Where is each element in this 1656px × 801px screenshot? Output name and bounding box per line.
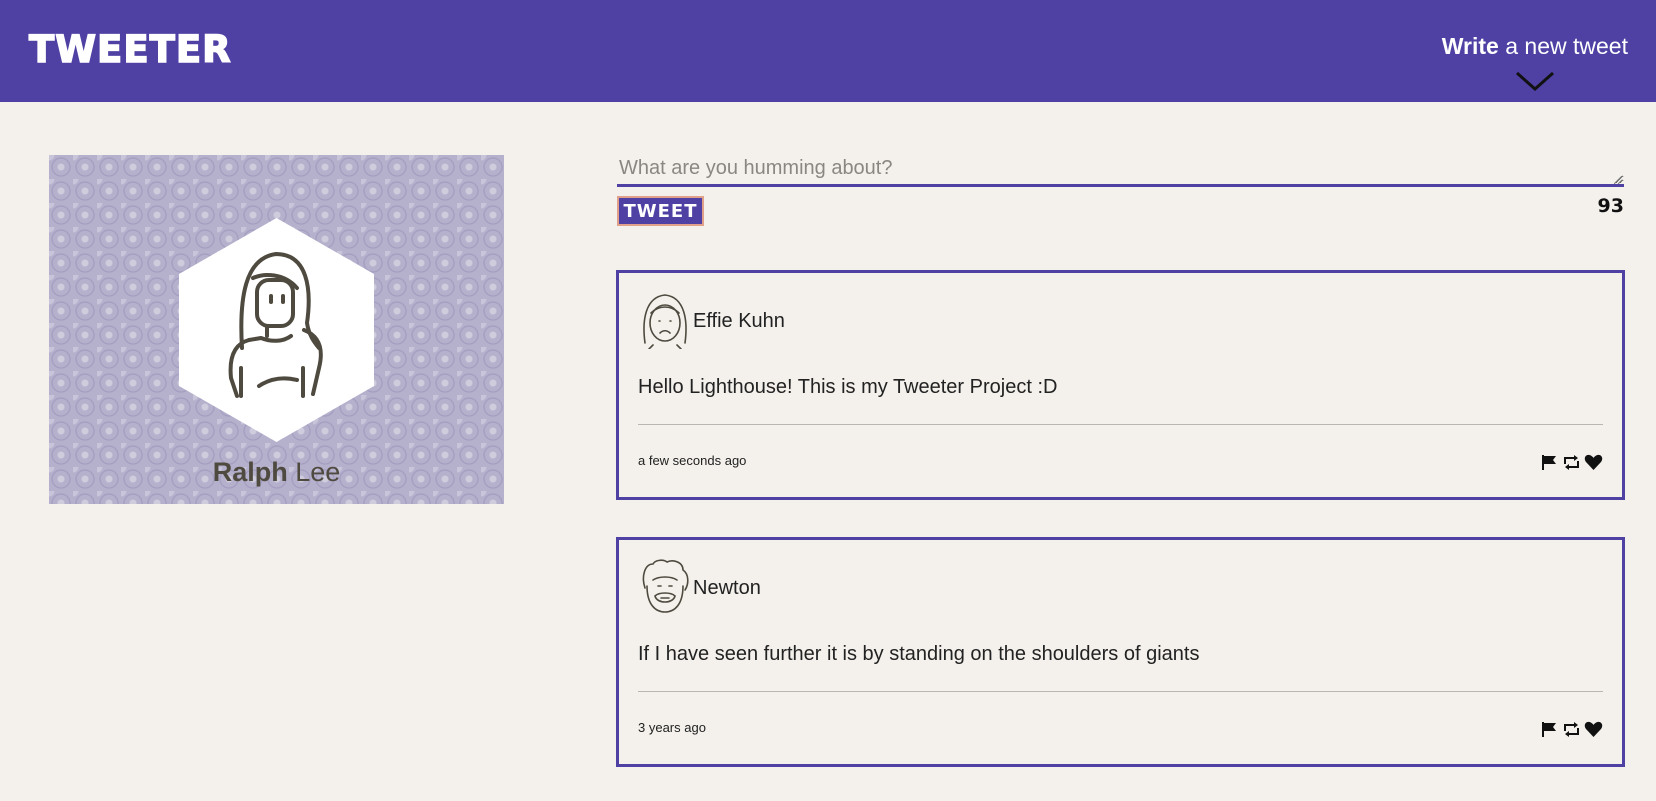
user-avatar-icon: [179, 218, 374, 442]
write-label-rest: a new tweet: [1498, 33, 1628, 59]
resize-grip-icon[interactable]: [1614, 176, 1622, 184]
tweet-content: If I have seen further it is by standing…: [638, 643, 1200, 665]
tweet-input[interactable]: [617, 155, 1624, 187]
write-new-tweet-link[interactable]: Write a new tweet: [1442, 33, 1628, 60]
tweet-author: Effie Kuhn: [693, 310, 785, 332]
write-label-bold: Write: [1441, 33, 1499, 59]
chevron-down-icon[interactable]: [1515, 71, 1555, 93]
heart-icon[interactable]: [1584, 721, 1603, 738]
tweet-divider: [638, 424, 1603, 425]
profile-first-name: Ralph: [212, 457, 288, 487]
navbar: TWEETER Write a new tweet: [0, 0, 1656, 102]
profile-card: Ralph Lee: [49, 155, 504, 504]
heart-icon[interactable]: [1584, 454, 1603, 471]
brand-logo[interactable]: TWEETER: [28, 27, 232, 72]
profile-name: Ralph Lee: [49, 457, 504, 488]
retweet-icon[interactable]: [1562, 721, 1581, 738]
tweet-content: Hello Lighthouse! This is my Tweeter Pro…: [638, 376, 1058, 398]
tweet-button[interactable]: TWEET: [617, 196, 704, 226]
profile-last-name: Lee: [287, 457, 341, 487]
girl-avatar-icon: [643, 294, 687, 349]
tweet-actions: [1540, 721, 1603, 738]
tweet-card: Newton If I have seen further it is by s…: [616, 537, 1625, 767]
tweet-timestamp: a few seconds ago: [638, 453, 747, 468]
tweet-card: Effie Kuhn Hello Lighthouse! This is my …: [616, 270, 1625, 500]
flag-icon[interactable]: [1540, 454, 1559, 471]
tweet-timestamp: 3 years ago: [638, 720, 706, 735]
tweet-actions: [1540, 454, 1603, 471]
tweet-divider: [638, 691, 1603, 692]
man-avatar-icon: [642, 559, 689, 613]
tweet-author: Newton: [693, 577, 761, 599]
retweet-icon[interactable]: [1562, 454, 1581, 471]
character-counter: 93: [1597, 195, 1624, 217]
flag-icon[interactable]: [1540, 721, 1559, 738]
